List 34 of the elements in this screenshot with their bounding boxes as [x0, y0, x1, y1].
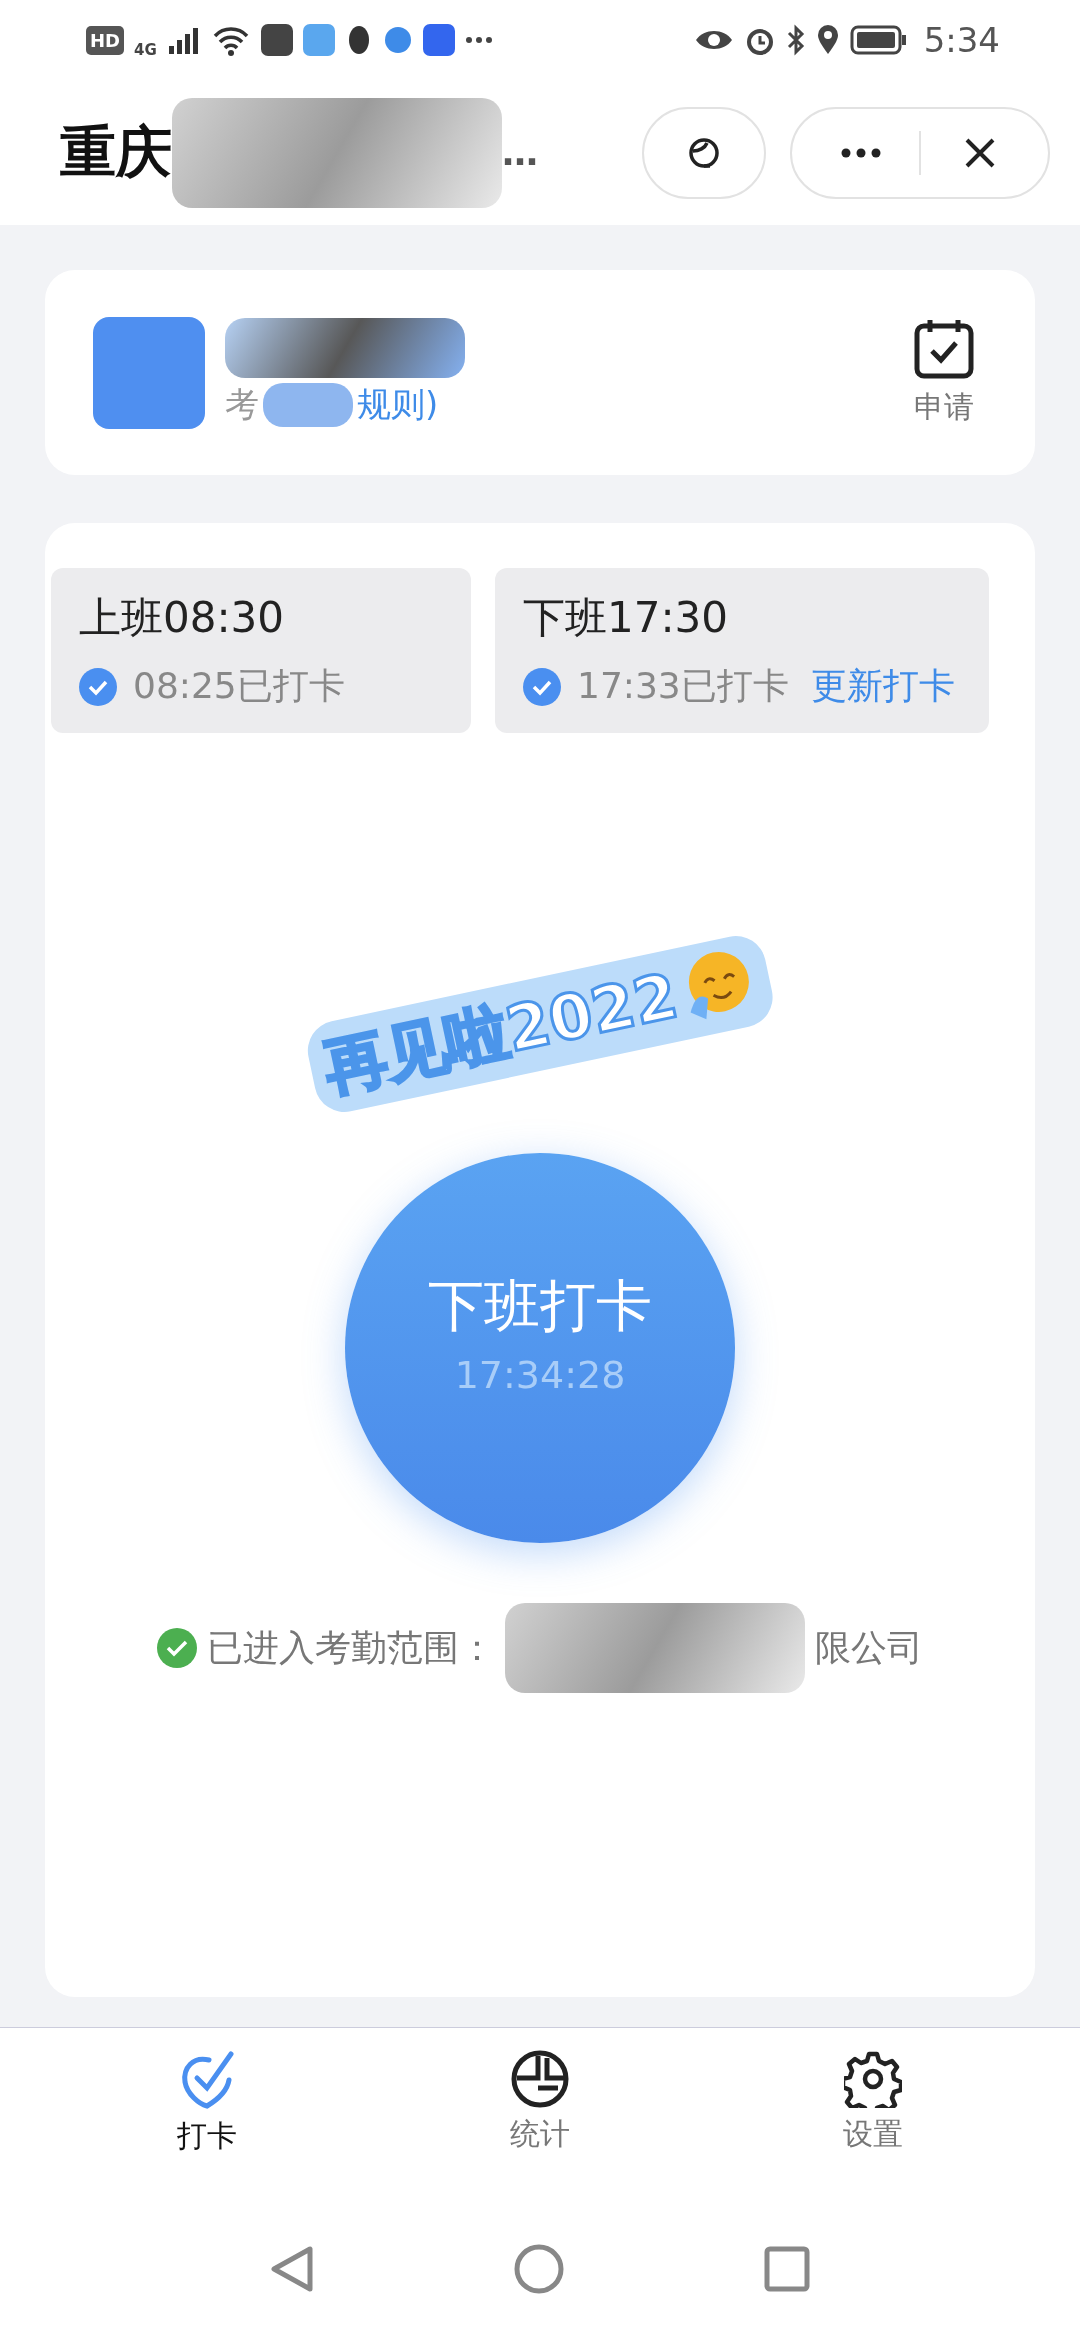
- network-label: 4G: [134, 41, 157, 59]
- nav-tab[interactable]: 打卡: [126, 2028, 287, 2198]
- clock-time: 5:34: [923, 20, 1000, 60]
- punch-title: 上班08:30: [79, 592, 286, 644]
- bluetooth-icon: [785, 24, 806, 56]
- location-label: 已进入考勤范围：: [207, 1625, 495, 1670]
- punch-title: 下班17:30: [523, 592, 730, 644]
- nav-tab[interactable]: 设置: [793, 2028, 954, 2198]
- update-punch-link[interactable]: 更新打卡: [810, 662, 955, 711]
- app-icon: [260, 24, 293, 56]
- hd-icon: HD: [86, 25, 124, 55]
- title-ellipsis: …: [502, 132, 538, 173]
- subtitle-text: 考: [225, 382, 259, 426]
- more-icon: [840, 147, 881, 158]
- apply-button[interactable]: 申请: [913, 317, 975, 428]
- recents-icon[interactable]: [764, 2246, 810, 2292]
- location-icon: [815, 24, 840, 56]
- signal-icon: [166, 26, 201, 54]
- close-icon: [963, 136, 996, 169]
- banner-text: 再见啦2022: [316, 957, 685, 1107]
- pie-chart-icon: [511, 2050, 569, 2108]
- punch-status: 17:33已打卡: [577, 664, 789, 708]
- clock-out-button[interactable]: 下班打卡 17:34:28: [345, 1153, 735, 1543]
- more-icon: [464, 36, 493, 44]
- company-name: 限公司: [815, 1625, 923, 1670]
- rules-link[interactable]: 规则): [357, 381, 439, 428]
- page-title: 重庆: [60, 117, 172, 186]
- calendar-check-icon: [913, 317, 975, 379]
- settings-icon: [844, 2050, 903, 2108]
- nav-tab[interactable]: 统计: [460, 2028, 620, 2198]
- battery-icon: [849, 25, 908, 55]
- back-icon[interactable]: [270, 2245, 314, 2293]
- punch-status: 08:25已打卡: [133, 664, 345, 708]
- home-icon[interactable]: [514, 2244, 564, 2294]
